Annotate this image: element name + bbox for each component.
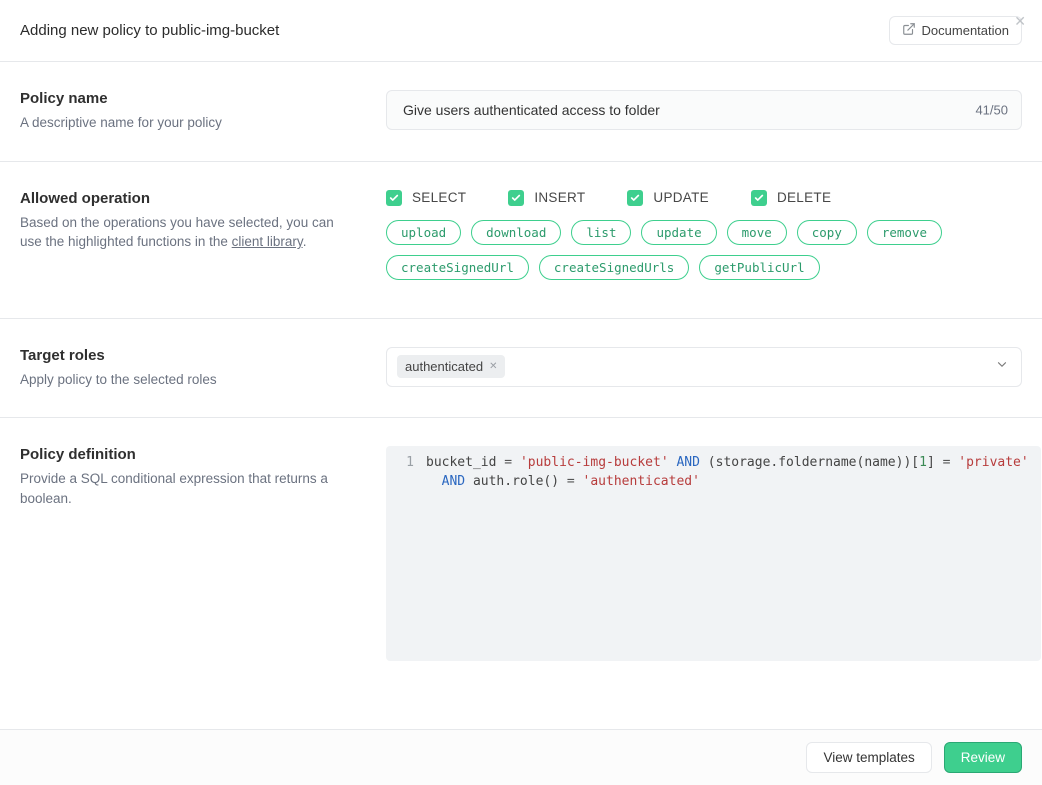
panel-header: Adding new policy to public-img-bucket D… xyxy=(0,0,1042,62)
policy-editor-panel: ✕ Adding new policy to public-img-bucket… xyxy=(0,0,1042,785)
section-allowed-operation: Allowed operation Based on the operation… xyxy=(0,162,1042,319)
section-target-roles: Target roles Apply policy to the selecte… xyxy=(0,319,1042,419)
check-icon xyxy=(386,190,402,206)
external-link-icon xyxy=(902,22,916,39)
target-roles-select[interactable]: authenticated ✕ xyxy=(386,347,1022,387)
function-pills-row1: upload download list update move copy re… xyxy=(386,220,1022,245)
function-pills-row2: createSignedUrl createSignedUrls getPubl… xyxy=(386,255,1022,280)
policy-definition-title: Policy definition xyxy=(20,446,352,463)
fn-pill: update xyxy=(641,220,716,245)
fn-pill: list xyxy=(571,220,631,245)
fn-pill: getPublicUrl xyxy=(699,255,819,280)
checkbox-insert[interactable]: INSERT xyxy=(508,190,585,206)
operation-checkboxes: SELECT INSERT UPDATE xyxy=(386,190,1022,206)
checkbox-update[interactable]: UPDATE xyxy=(627,190,709,206)
documentation-button[interactable]: Documentation xyxy=(889,16,1022,45)
panel-title: Adding new policy to public-img-bucket xyxy=(20,22,279,39)
check-icon xyxy=(751,190,767,206)
check-icon xyxy=(627,190,643,206)
close-icon[interactable]: ✕ xyxy=(1014,14,1026,28)
editor-gutter: 1 xyxy=(386,454,426,653)
review-button[interactable]: Review xyxy=(944,742,1022,773)
policy-name-char-count: 41/50 xyxy=(975,103,1008,118)
fn-pill: upload xyxy=(386,220,461,245)
section-policy-name: Policy name A descriptive name for your … xyxy=(0,62,1042,162)
client-library-link[interactable]: client library xyxy=(232,234,303,249)
policy-definition-description: Provide a SQL conditional expression tha… xyxy=(20,469,352,508)
checkbox-select[interactable]: SELECT xyxy=(386,190,466,206)
target-roles-title: Target roles xyxy=(20,347,352,364)
editor-body[interactable]: bucket_id = 'public-img-bucket' AND (sto… xyxy=(426,454,1041,653)
role-chip: authenticated ✕ xyxy=(397,355,505,378)
documentation-label: Documentation xyxy=(922,23,1009,38)
fn-pill: download xyxy=(471,220,561,245)
panel-footer: View templates Review xyxy=(0,729,1042,785)
fn-pill: remove xyxy=(867,220,942,245)
allowed-operation-description: Based on the operations you have selecte… xyxy=(20,213,352,252)
policy-name-title: Policy name xyxy=(20,90,352,107)
checkbox-delete[interactable]: DELETE xyxy=(751,190,831,206)
policy-name-description: A descriptive name for your policy xyxy=(20,113,352,133)
allowed-operation-title: Allowed operation xyxy=(20,190,352,207)
remove-chip-icon[interactable]: ✕ xyxy=(489,361,497,372)
target-roles-description: Apply policy to the selected roles xyxy=(20,370,352,390)
check-icon xyxy=(508,190,524,206)
policy-name-input[interactable] xyxy=(386,90,1022,130)
section-policy-definition: Policy definition Provide a SQL conditio… xyxy=(0,418,1042,689)
fn-pill: move xyxy=(727,220,787,245)
chevron-down-icon xyxy=(995,357,1009,376)
view-templates-button[interactable]: View templates xyxy=(806,742,931,773)
fn-pill: createSignedUrls xyxy=(539,255,689,280)
policy-name-input-wrap: 41/50 xyxy=(386,90,1022,130)
fn-pill: createSignedUrl xyxy=(386,255,529,280)
fn-pill: copy xyxy=(797,220,857,245)
sql-editor[interactable]: 1 bucket_id = 'public-img-bucket' AND (s… xyxy=(386,446,1041,661)
